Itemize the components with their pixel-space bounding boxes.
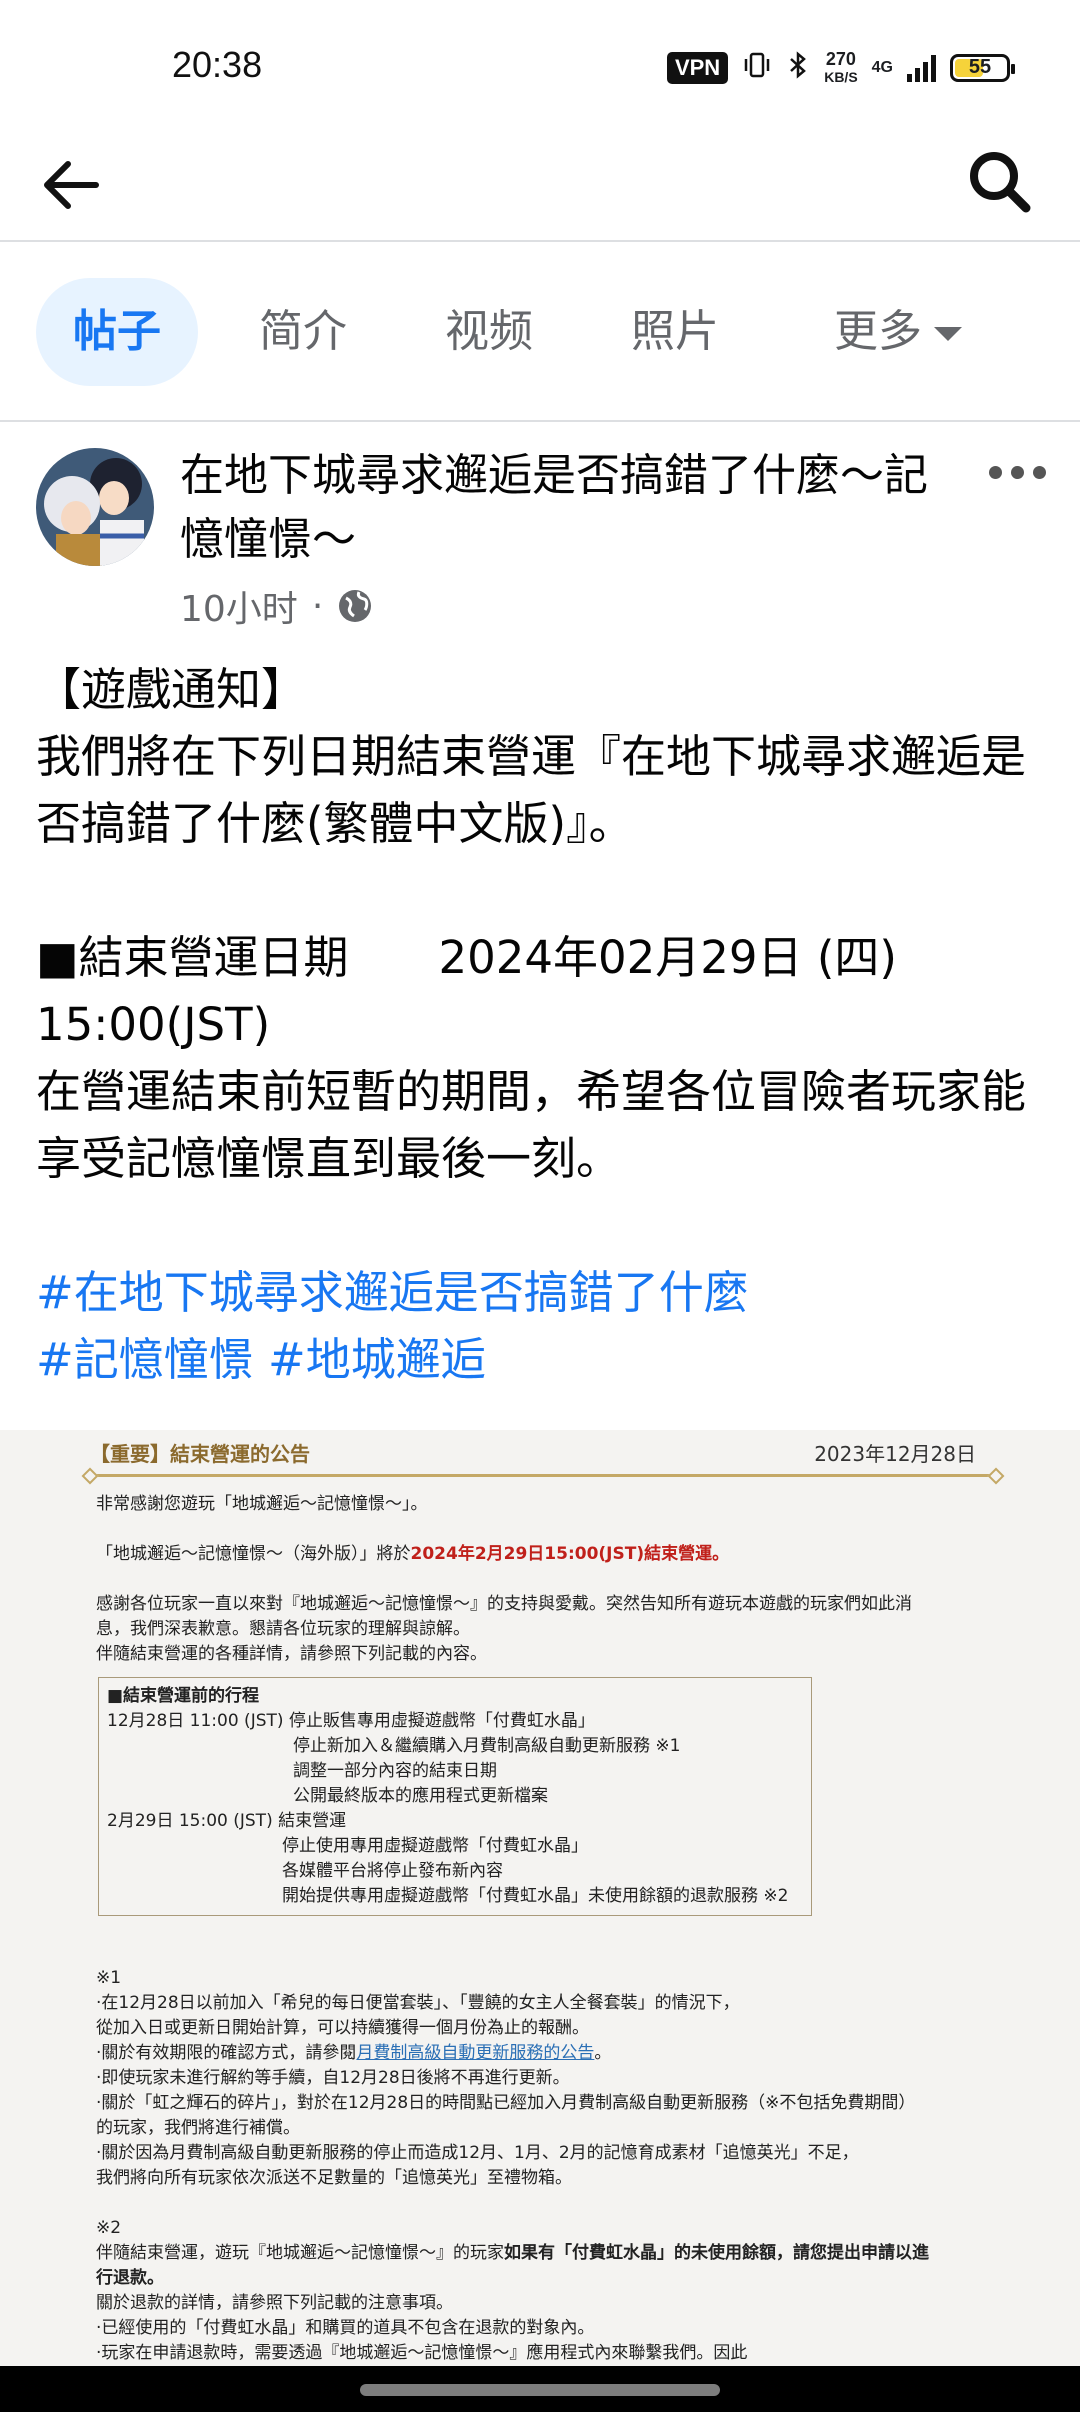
hashtag-link[interactable]: #地城邂逅 [268, 1333, 486, 1386]
post-header: 在地下城尋求邂逅是否搞錯了什麼～記憶憧憬～ 10小时 · [0, 422, 1080, 642]
schedule-box: ■結束營運前的行程 12月28日 11:00 (JST) 停止販售專用虛擬遊戲幣… [98, 1677, 812, 1916]
note-mark: ※2 [96, 2218, 122, 2238]
notice-body: 非常感謝您遊玩「地城邂逅～記憶憧憬～」。 「地城邂逅～記憶憧憬～（海外版）」將於… [96, 1492, 996, 2366]
vpn-badge: VPN [666, 52, 729, 84]
meta-separator: · [311, 585, 324, 627]
notice-line: ·即使玩家未進行解約等手續，自12月28日後將不再進行更新。 [96, 2068, 570, 2088]
notice-divider [90, 1474, 996, 1477]
post-line: 【遊戲通知】 [36, 663, 307, 716]
post-line: ■結束營運日期 2024年02月29日 (四) 15:00(JST) [36, 931, 897, 1051]
profile-tabs: 帖子 简介 视频 照片 更多 [0, 242, 1080, 422]
notice-line: 關於退款的詳情，請參照下列記載的注意事項。 [96, 2293, 453, 2313]
notice-date: 2023年12月28日 [814, 1442, 976, 1466]
bluetooth-icon [786, 50, 810, 87]
tab-photos[interactable]: 照片 [600, 278, 750, 386]
schedule-row: 公開最終版本的應用程式更新檔案 [293, 1786, 548, 1806]
home-gesture-handle[interactable] [360, 2384, 720, 2396]
schedule-row: 2月29日 15:00 (JST) 結束營運 [107, 1811, 347, 1831]
schedule-row: 停止使用專用虛擬遊戲幣「付費虹水晶」 [282, 1836, 588, 1856]
tab-videos[interactable]: 视频 [414, 278, 564, 386]
tab-more[interactable]: 更多 [808, 278, 988, 386]
globe-icon [339, 590, 372, 622]
notice-line: 「地城邂逅～記憶憧憬～（海外版）」將於2024年2月29日15:00(JST)結… [96, 1544, 730, 1564]
notice-line: 行退款。 [96, 2268, 164, 2288]
arrow-left-icon[interactable] [38, 152, 104, 218]
note-mark: ※1 [96, 1968, 122, 1988]
schedule-title: ■結束營運前的行程 [107, 1686, 260, 1706]
notice-line: ·玩家在申請退款時，需要透過『地城邂逅～記憶憧憬～』應用程式內來聯繫我們。因此 [96, 2343, 748, 2363]
post-text: 【遊戲通知】 我們將在下列日期結束營運『在地下城尋求邂逅是否搞錯了什麼(繁體中文… [36, 656, 1056, 1393]
search-icon[interactable] [964, 146, 1036, 218]
status-icons: VPN 270 KB/S 4G 55 [666, 48, 1015, 88]
post-line: 在營運結束前短暫的期間，希望各位冒險者玩家能享受記憶憧憬直到最後一刻。 [36, 1065, 1027, 1185]
status-bar: 20:38 VPN 270 KB/S 4G 55 [0, 0, 1080, 130]
notice-line: ·關於「虹之輝石的碎片」，對於在12月28日的時間點已經加入月費制高級自動更新服… [96, 2093, 916, 2113]
schedule-row: 各媒體平台將停止發布新內容 [282, 1861, 503, 1881]
notice-line: ·在12月28日以前加入「希兒的每日便當套裝」、「豐饒的女主人全餐套裝」的情況下… [96, 1993, 740, 2013]
notice-line: ·已經使用的「付費虹水晶」和購買的道具不包含在退款的對象內。 [96, 2318, 595, 2338]
notice-line: ·關於因為月費制高級自動更新服務的停止而造成12月、1月、2月的記憶育成素材「追… [96, 2143, 859, 2163]
schedule-row: 停止新加入＆繼續購入月費制高級自動更新服務 ※1 [293, 1736, 681, 1756]
hashtag-link[interactable]: #在地下城尋求邂逅是否搞錯了什麼 [36, 1266, 749, 1319]
system-nav-bar [0, 2366, 1080, 2412]
schedule-row: 調整一部分內容的結束日期 [293, 1761, 497, 1781]
chevron-down-icon [934, 327, 962, 341]
tab-more-label: 更多 [834, 306, 922, 357]
network-type: 4G [871, 59, 893, 76]
signal-icon [907, 54, 936, 82]
premium-service-link[interactable]: 月費制高級自動更新服務的公告 [356, 2043, 594, 2063]
post-line: 我們將在下列日期結束營運『在地下城尋求邂逅是否搞錯了什麼(繁體中文版)』。 [36, 730, 1027, 850]
avatar[interactable] [36, 448, 154, 566]
network-speed: 270 KB/S [824, 49, 858, 85]
top-bar [0, 130, 1080, 242]
notice-line: ·關於有效期限的確認方式，請參閱月費制高級自動更新服務的公告。 [96, 2043, 612, 2063]
schedule-row: 開始提供專用虛擬遊戲幣「付費虹水晶」未使用餘額的退款服務 ※2 [282, 1886, 789, 1906]
page-name[interactable]: 在地下城尋求邂逅是否搞錯了什麼～記憶憧憬～ [180, 444, 960, 572]
status-time: 20:38 [172, 44, 263, 85]
tab-posts[interactable]: 帖子 [36, 278, 198, 386]
notice-title: 【重要】結束營運的公告 [90, 1442, 310, 1466]
notice-line: 從加入日或更新日開始計算，可以持續獲得一個月份為止的報酬。 [96, 2018, 589, 2038]
hashtags: #在地下城尋求邂逅是否搞錯了什麼 #記憶憧憬 #地城邂逅 [36, 1259, 1056, 1393]
post-image-notice[interactable]: 【重要】結束營運的公告 2023年12月28日 非常感謝您遊玩「地城邂逅～記憶憧… [0, 1430, 1080, 2366]
vibrate-icon [742, 50, 772, 87]
notice-line: 非常感謝您遊玩「地城邂逅～記憶憧憬～」。 [96, 1494, 428, 1514]
notice-line: 息，我們深表歉意。懇請各位玩家的理解與諒解。 [96, 1619, 470, 1639]
notice-header: 【重要】結束營運的公告 2023年12月28日 [90, 1438, 996, 1472]
tab-about[interactable]: 简介 [228, 278, 378, 386]
notice-line: 伴隨結束營運的各種詳情，請參照下列記載的內容。 [96, 1644, 487, 1664]
post-time[interactable]: 10小时 [180, 580, 298, 632]
more-options-icon[interactable] [989, 466, 1046, 479]
notice-line: 我們將向所有玩家依次派送不足數量的「追憶英光」至禮物箱。 [96, 2168, 572, 2188]
battery-level: 55 [968, 56, 992, 78]
notice-line: 感謝各位玩家一直以來對『地城邂逅～記憶憧憬～』的支持與愛戴。突然告知所有遊玩本遊… [96, 1594, 912, 1614]
notice-line: 的玩家，我們將進行補償。 [96, 2118, 300, 2138]
post-meta: 10小时 · [180, 580, 373, 632]
schedule-row: 12月28日 11:00 (JST) 停止販售專用虛擬遊戲幣「付費虹水晶」 [107, 1711, 595, 1731]
battery-icon: 55 [950, 54, 1015, 82]
hashtag-link[interactable]: #記憶憧憬 [36, 1333, 254, 1386]
notice-line: 伴隨結束營運，遊玩『地城邂逅～記憶憧憬～』的玩家如果有「付費虹水晶」的未使用餘額… [96, 2243, 929, 2263]
